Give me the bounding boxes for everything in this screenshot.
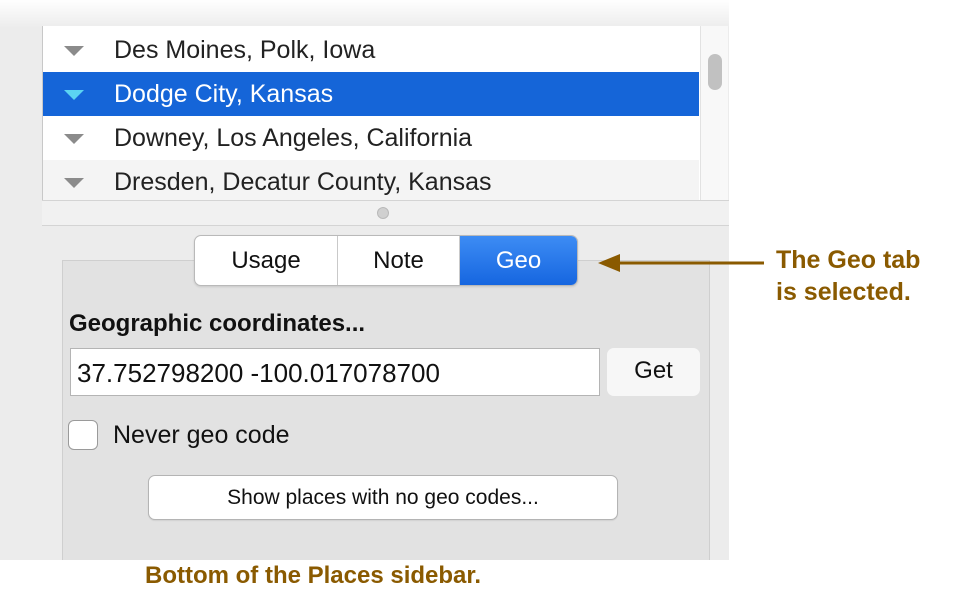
- disclosure-triangle-icon[interactable]: [64, 134, 84, 144]
- tab-usage[interactable]: Usage: [195, 236, 338, 285]
- callout-line-2: is selected.: [776, 278, 911, 306]
- divider-handle-icon[interactable]: [377, 207, 389, 219]
- callout-text: The Geo tab is selected.: [776, 244, 920, 308]
- disclosure-triangle-icon[interactable]: [64, 46, 84, 56]
- tab-geo[interactable]: Geo: [460, 236, 577, 285]
- get-button[interactable]: Get: [607, 348, 700, 396]
- scroll-thumb[interactable]: [708, 54, 722, 90]
- list-item[interactable]: Downey, Los Angeles, California: [43, 116, 699, 160]
- list-item-label: Dodge City, Kansas: [114, 80, 334, 108]
- callout-line-1: The Geo tab: [776, 246, 921, 274]
- list-scrollbar[interactable]: [700, 26, 728, 200]
- list-item-selected[interactable]: Dodge City, Kansas: [43, 72, 699, 116]
- tab-note[interactable]: Note: [338, 236, 460, 285]
- never-geo-code-checkbox[interactable]: [68, 420, 98, 450]
- list-item[interactable]: Dresden, Decatur County, Kansas: [43, 160, 699, 200]
- list-item-label: Dresden, Decatur County, Kansas: [114, 168, 492, 196]
- places-sidebar: Des Moines, Polk, Iowa Dodge City, Kansa…: [0, 0, 729, 560]
- never-geo-code-label: Never geo code: [113, 421, 290, 449]
- geo-heading: Geographic coordinates...: [69, 310, 366, 337]
- tab-bar: Usage Note Geo: [194, 235, 578, 286]
- list-item-label: Des Moines, Polk, Iowa: [114, 36, 376, 64]
- disclosure-triangle-icon[interactable]: [64, 90, 84, 100]
- list-item[interactable]: Des Moines, Polk, Iowa: [43, 28, 699, 72]
- top-fade: [0, 0, 729, 28]
- split-view-divider[interactable]: [42, 200, 729, 226]
- callout-arrow-icon: [598, 254, 764, 272]
- show-places-no-geo-button[interactable]: Show places with no geo codes...: [148, 475, 618, 520]
- disclosure-triangle-icon[interactable]: [64, 178, 84, 188]
- figure-caption: Bottom of the Places sidebar.: [145, 562, 482, 589]
- list-item-label: Downey, Los Angeles, California: [114, 124, 473, 152]
- coordinates-field[interactable]: 37.752798200 -100.017078700: [70, 348, 600, 396]
- places-list[interactable]: Des Moines, Polk, Iowa Dodge City, Kansa…: [42, 26, 728, 200]
